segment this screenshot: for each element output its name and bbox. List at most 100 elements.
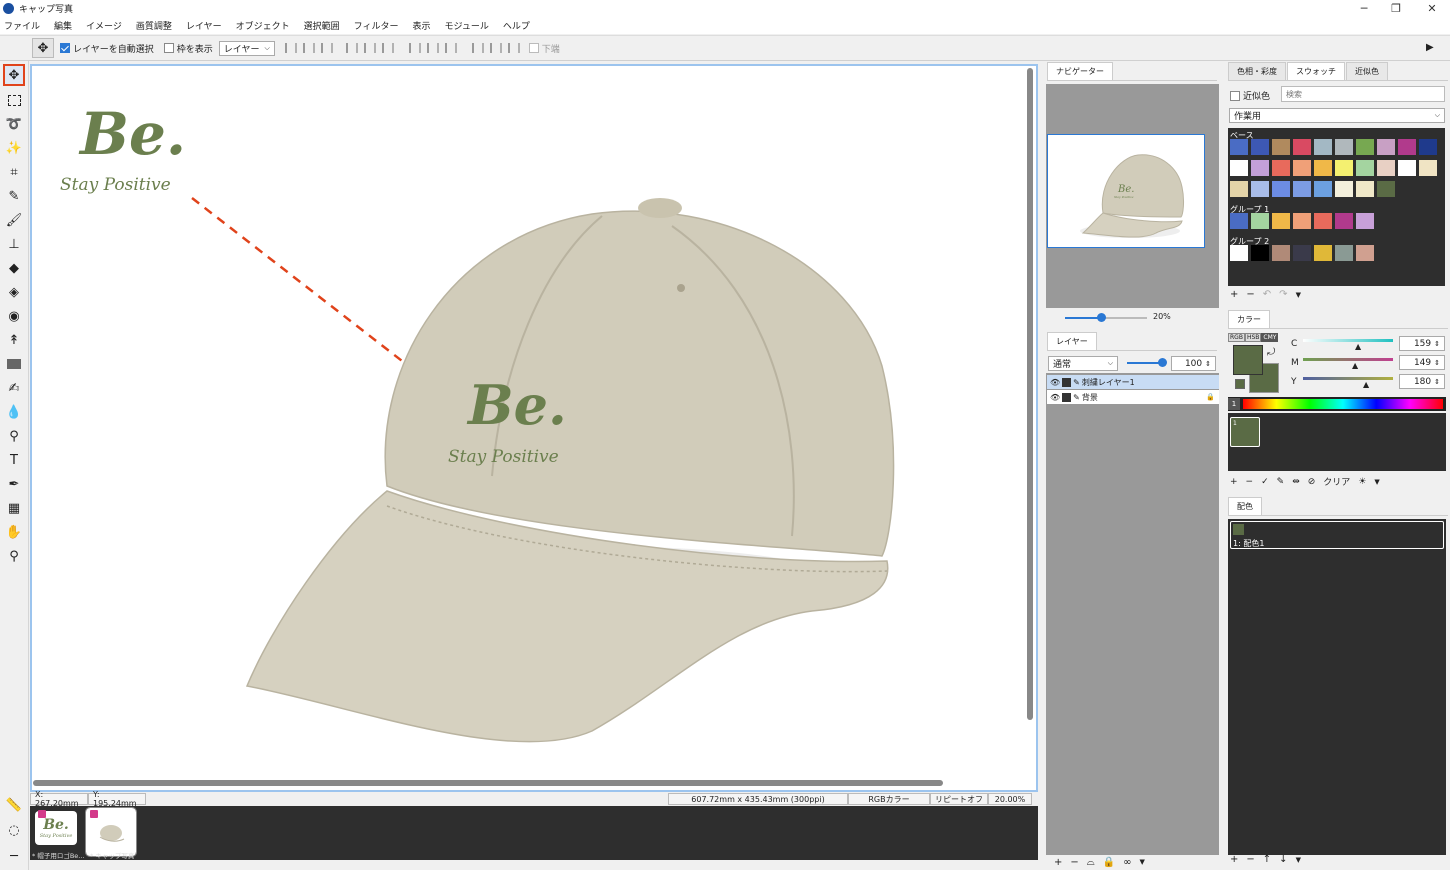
minimize-button[interactable]: ─: [1350, 0, 1378, 17]
m-slider[interactable]: [1303, 358, 1393, 361]
smudge-icon[interactable]: ↟: [3, 329, 25, 351]
swap-icon[interactable]: ⇹: [1292, 477, 1300, 487]
auto-select-check-icon[interactable]: [60, 43, 70, 53]
add-scheme-icon[interactable]: +: [1230, 854, 1238, 865]
auto-select-checkbox[interactable]: レイヤーを自動選択: [60, 42, 154, 55]
magic-wand-icon[interactable]: ✨: [3, 137, 25, 159]
add-swatch-icon[interactable]: +: [1230, 289, 1238, 300]
swatch-chip[interactable]: [1419, 139, 1437, 155]
swatch-chip[interactable]: [1377, 181, 1395, 197]
navigator-viewport[interactable]: Be. Stay Positive: [1047, 134, 1205, 248]
clear-button[interactable]: クリア: [1323, 475, 1350, 488]
eye-icon[interactable]: 👁: [1050, 393, 1060, 402]
link-layer-icon[interactable]: ∞: [1123, 857, 1131, 868]
shape-rect-icon[interactable]: [3, 353, 25, 375]
align-left-icon[interactable]: [284, 43, 297, 53]
bottom-edge-check-icon[interactable]: [528, 43, 539, 53]
swatch-chip[interactable]: [1230, 160, 1248, 176]
status-zoom[interactable]: 20.00%: [988, 793, 1032, 805]
show-frame-check-icon[interactable]: [163, 43, 174, 53]
show-frame-checkbox[interactable]: 枠を表示: [163, 42, 213, 55]
pen-tool-icon[interactable]: ✒: [3, 473, 25, 495]
y-input[interactable]: 180 ⇕: [1399, 374, 1445, 389]
swatch-chip[interactable]: [1314, 181, 1332, 197]
color-menu-icon[interactable]: ▼: [1374, 478, 1379, 486]
distribute-right-icon[interactable]: [444, 43, 457, 53]
undo-icon[interactable]: ↶: [1263, 289, 1271, 300]
swatch-chip[interactable]: [1293, 213, 1311, 229]
swatch-chip[interactable]: [1419, 160, 1437, 176]
y-slider-knob[interactable]: ▲: [1363, 380, 1369, 389]
tab-color[interactable]: カラー: [1228, 310, 1270, 328]
rect-select-icon[interactable]: [3, 89, 25, 111]
navigator-view[interactable]: Be. Stay Positive: [1046, 84, 1219, 308]
swap-colors-icon[interactable]: ⤾: [1267, 347, 1275, 358]
blur-drop-icon[interactable]: 💧: [3, 401, 25, 423]
swatch-chip[interactable]: [1314, 245, 1332, 261]
grid-transform-icon[interactable]: ▦: [3, 497, 25, 519]
align-hcenter-icon[interactable]: [302, 43, 315, 53]
ruler-icon[interactable]: 📏: [3, 794, 25, 816]
scheme-item[interactable]: 1: 配色1: [1230, 521, 1444, 549]
tab-swatches[interactable]: スウォッチ: [1287, 62, 1345, 80]
menu-layer[interactable]: レイヤー: [186, 19, 222, 32]
swatch-chip[interactable]: [1272, 160, 1290, 176]
menu-selection[interactable]: 選択範囲: [304, 19, 340, 32]
bottom-edge-checkbox[interactable]: 下端: [528, 42, 560, 55]
menu-filter[interactable]: フィルター: [354, 19, 399, 32]
foreground-color-swatch[interactable]: [1233, 345, 1263, 375]
swatch-chip[interactable]: [1314, 213, 1332, 229]
approx-checkbox[interactable]: 近似色: [1230, 89, 1270, 102]
layer-row[interactable]: 👁 ✎ 刺繍レイヤー1: [1047, 375, 1219, 389]
layer-menu-icon[interactable]: ▼: [1140, 858, 1145, 866]
hand-icon[interactable]: ✋: [3, 521, 25, 543]
menu-module[interactable]: モジュール: [444, 19, 488, 32]
swatch-chip[interactable]: [1398, 139, 1416, 155]
spectrum-bar[interactable]: 1: [1228, 397, 1446, 411]
check-icon[interactable]: ✓: [1261, 477, 1269, 487]
swatch-chip[interactable]: [1335, 245, 1353, 261]
distribute-top-icon[interactable]: [471, 43, 484, 53]
swatch-chip[interactable]: [1356, 213, 1374, 229]
move-up-icon[interactable]: ↑: [1263, 854, 1271, 865]
eyedropper-icon[interactable]: ✎: [3, 185, 25, 207]
swatch-chip[interactable]: [1272, 213, 1290, 229]
distribute-bottom-icon[interactable]: [507, 43, 520, 53]
swatch-chip[interactable]: [1377, 139, 1395, 155]
swatch-search-input[interactable]: [1281, 86, 1445, 102]
merge-layer-icon[interactable]: ⌓: [1087, 857, 1095, 868]
stepper-icon[interactable]: ⇕: [1434, 359, 1440, 367]
no-color-icon[interactable]: ⊘: [1308, 477, 1316, 487]
quickmask-icon[interactable]: ◌: [3, 819, 25, 841]
add-layer-icon[interactable]: +: [1054, 857, 1062, 868]
scheme-menu-icon[interactable]: ▼: [1296, 856, 1301, 864]
gradient-bucket-icon[interactable]: ◉: [3, 305, 25, 327]
stepper-icon[interactable]: ⇕: [1434, 340, 1440, 348]
maximize-button[interactable]: ❐: [1382, 0, 1410, 17]
m-input[interactable]: 149 ⇕: [1399, 355, 1445, 370]
tab-approx-color[interactable]: 近似色: [1346, 62, 1388, 80]
swatch-chip[interactable]: [1230, 245, 1248, 261]
status-colormode[interactable]: RGBカラー: [848, 793, 930, 805]
lasso-icon[interactable]: ➰: [3, 113, 25, 135]
zoom-icon[interactable]: ⚲: [3, 545, 25, 567]
menu-image[interactable]: イメージ: [86, 19, 122, 32]
history-color[interactable]: 1: [1230, 417, 1260, 447]
opacity-slider-knob[interactable]: [1158, 358, 1167, 367]
swatch-chip[interactable]: [1251, 213, 1269, 229]
pen-icon[interactable]: ✎: [1277, 477, 1285, 487]
swatch-chip[interactable]: [1335, 181, 1353, 197]
canvas[interactable]: Be. Stay Positive Be. Stay Positive: [30, 64, 1038, 792]
swatch-chip[interactable]: [1272, 181, 1290, 197]
swatch-chip[interactable]: [1356, 245, 1374, 261]
lock-layer-icon[interactable]: 🔒: [1103, 857, 1115, 868]
dodge-icon[interactable]: ⚲: [3, 425, 25, 447]
target-select[interactable]: レイヤー ⌵: [218, 40, 275, 56]
collapse-icon[interactable]: ─: [3, 845, 25, 867]
swatch-chip[interactable]: [1251, 139, 1269, 155]
menu-adjust[interactable]: 画質調整: [136, 19, 172, 32]
align-right-icon[interactable]: [320, 43, 333, 53]
swatch-chip[interactable]: [1356, 160, 1374, 176]
blend-mode-select[interactable]: 通常 ⌵: [1048, 356, 1118, 371]
tab-hue-saturation[interactable]: 色相・彩度: [1228, 62, 1286, 80]
